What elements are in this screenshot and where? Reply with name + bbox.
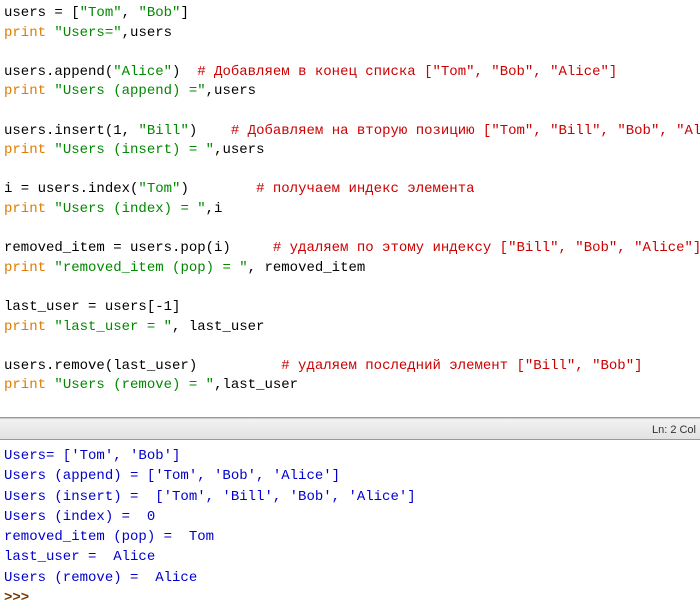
keyword-print: print [4, 201, 46, 217]
code-text: users.insert( [4, 123, 113, 139]
string-literal: "Users (insert) = " [54, 142, 214, 158]
keyword-print: print [4, 25, 46, 41]
code-text: ) [180, 181, 256, 197]
output-line: Users (insert) = ['Tom', 'Bill', 'Bob', … [4, 487, 696, 507]
code-text: ,users [206, 83, 256, 99]
code-line: print "Users (insert) = ",users [4, 141, 696, 161]
string-literal: "Tom" [138, 181, 180, 197]
shell-prompt[interactable]: >>> [4, 588, 696, 608]
keyword-print: print [4, 83, 46, 99]
code-text: ,last_user [214, 377, 298, 393]
status-bar: Ln: 2 Col [0, 418, 700, 440]
code-text: i = users.index( [4, 181, 138, 197]
code-line: print "Users (append) =",users [4, 82, 696, 102]
number-literal: 1 [113, 123, 121, 139]
blank-line [4, 43, 696, 63]
code-text: , [122, 123, 139, 139]
code-text: users.append( [4, 64, 113, 80]
comment: # удаляем по этому индексу ["Bill", "Bob… [273, 240, 700, 256]
code-line: print "Users=",users [4, 24, 696, 44]
code-text: ,i [206, 201, 223, 217]
code-line: removed_item = users.pop(i) # удаляем по… [4, 239, 696, 259]
string-literal: "removed_item (pop) = " [54, 260, 247, 276]
code-text: , [122, 5, 139, 21]
blank-line [4, 102, 696, 122]
shell-output-pane[interactable]: Users= ['Tom', 'Bob'] Users (append) = [… [0, 440, 700, 615]
code-line: users = ["Tom", "Bob"] [4, 4, 696, 24]
string-literal: "Bill" [138, 123, 188, 139]
code-text: , last_user [172, 319, 264, 335]
code-text: removed_item = users.pop(i) [4, 240, 273, 256]
code-text: , removed_item [248, 260, 366, 276]
code-text: ) [189, 123, 231, 139]
code-text: ] [180, 5, 188, 21]
code-line: print "removed_item (pop) = ", removed_i… [4, 259, 696, 279]
comment: # удаляем последний элемент ["Bill", "Bo… [281, 358, 642, 374]
code-text: users = [ [4, 5, 80, 21]
code-text: ,users [214, 142, 264, 158]
code-text: users.remove(last_user) [4, 358, 281, 374]
code-text: last_user = users[- [4, 299, 164, 315]
code-text: ] [172, 299, 180, 315]
output-line: Users (index) = 0 [4, 507, 696, 527]
output-line: Users (append) = ['Tom', 'Bob', 'Alice'] [4, 466, 696, 486]
keyword-print: print [4, 260, 46, 276]
keyword-print: print [4, 377, 46, 393]
string-literal: "Users (remove) = " [54, 377, 214, 393]
keyword-print: print [4, 142, 46, 158]
code-text: ,users [122, 25, 172, 41]
code-text: ) [172, 64, 197, 80]
number-literal: 1 [164, 299, 172, 315]
string-literal: "Users (append) =" [54, 83, 205, 99]
code-line: users.insert(1, "Bill") # Добавляем на в… [4, 122, 696, 142]
code-line: print "Users (remove) = ",last_user [4, 376, 696, 396]
comment: # Добавляем в конец списка ["Tom", "Bob"… [197, 64, 617, 80]
output-line: Users (remove) = Alice [4, 568, 696, 588]
code-line: print "Users (index) = ",i [4, 200, 696, 220]
string-literal: "Users=" [54, 25, 121, 41]
code-line: last_user = users[-1] [4, 298, 696, 318]
code-line: users.remove(last_user) # удаляем послед… [4, 357, 696, 377]
string-literal: "Bob" [138, 5, 180, 21]
output-line: Users= ['Tom', 'Bob'] [4, 446, 696, 466]
string-literal: "Users (index) = " [54, 201, 205, 217]
code-editor-pane[interactable]: users = ["Tom", "Bob"] print "Users=",us… [0, 0, 700, 418]
output-line: removed_item (pop) = Tom [4, 527, 696, 547]
blank-line [4, 337, 696, 357]
output-line: last_user = Alice [4, 547, 696, 567]
blank-line [4, 161, 696, 181]
comment: # Добавляем на вторую позицию ["Tom", "B… [231, 123, 700, 139]
cursor-position: Ln: 2 Col [652, 424, 696, 436]
keyword-print: print [4, 319, 46, 335]
code-line: users.append("Alice") # Добавляем в коне… [4, 63, 696, 83]
blank-line [4, 278, 696, 298]
code-line: i = users.index("Tom") # получаем индекс… [4, 180, 696, 200]
string-literal: "last_user = " [54, 319, 172, 335]
string-literal: "Alice" [113, 64, 172, 80]
string-literal: "Tom" [80, 5, 122, 21]
code-line: print "last_user = ", last_user [4, 318, 696, 338]
comment: # получаем индекс элемента [256, 181, 474, 197]
blank-line [4, 220, 696, 240]
